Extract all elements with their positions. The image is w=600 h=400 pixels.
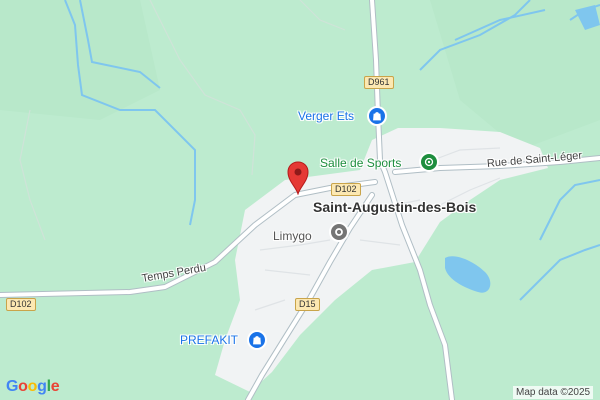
map-attribution[interactable]: Map data ©2025 xyxy=(513,386,594,399)
sports-icon[interactable] xyxy=(419,152,439,172)
road-shield-d102-left: D102 xyxy=(6,298,36,311)
road-shield-d961: D961 xyxy=(364,76,394,89)
location-pin-icon[interactable] xyxy=(287,161,309,196)
map-canvas[interactable] xyxy=(0,0,600,400)
shopping-bag-icon[interactable] xyxy=(247,330,267,350)
road-shield-d15: D15 xyxy=(295,298,320,311)
poi-label-salle[interactable]: Salle de Sports xyxy=(320,156,401,170)
poi-label-prefakit[interactable]: PREFAKIT xyxy=(180,333,238,347)
shopping-bag-icon[interactable] xyxy=(367,106,387,126)
poi-label-verger[interactable]: Verger Ets xyxy=(298,109,354,123)
google-logo: Google xyxy=(6,378,60,395)
road-shield-d102-top: D102 xyxy=(331,183,361,196)
business-icon[interactable] xyxy=(329,222,349,242)
poi-label-limygo[interactable]: Limygo xyxy=(273,229,312,243)
town-label[interactable]: Saint-Augustin-des-Bois xyxy=(313,199,476,215)
